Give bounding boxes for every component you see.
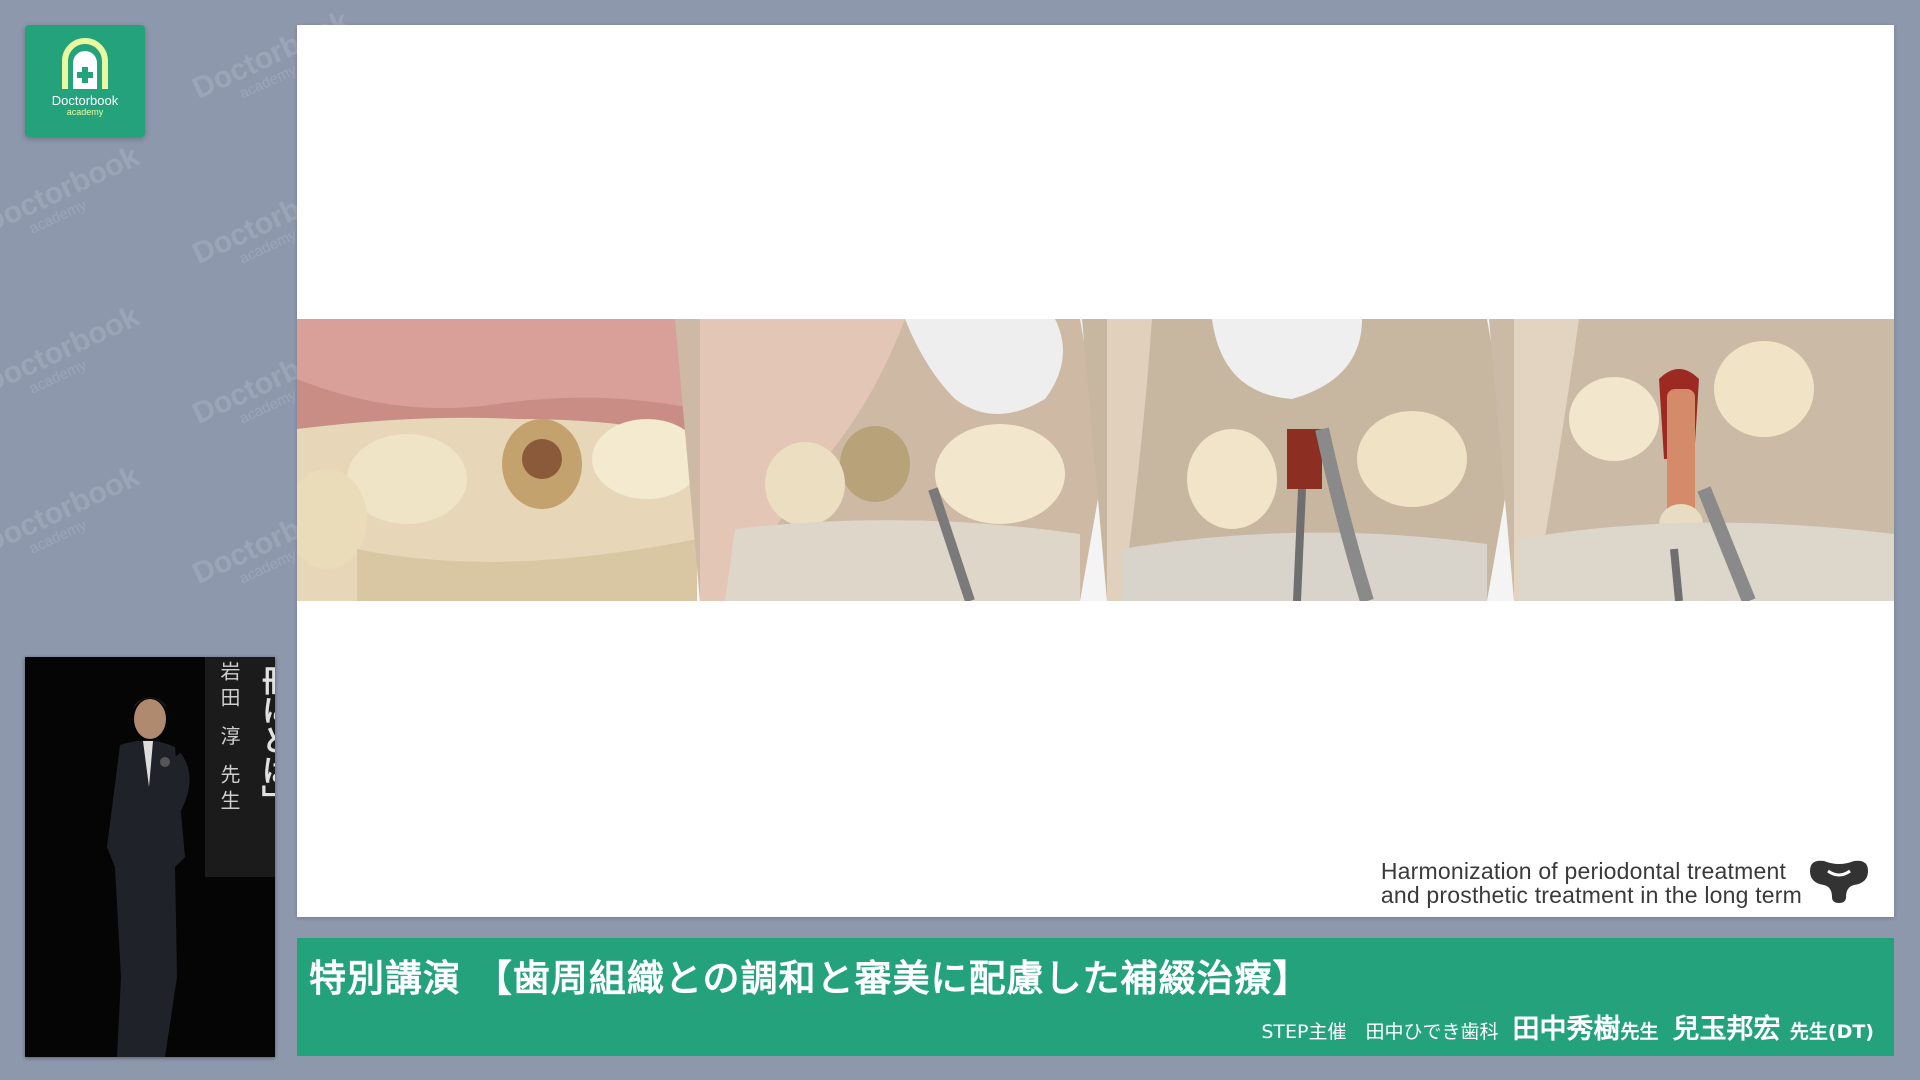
organizer-text: STEP主催 田中ひでき歯科	[1261, 1021, 1499, 1043]
logo-sub-text: academy	[66, 107, 104, 117]
logo-arch-icon	[62, 38, 108, 89]
speaker-1-suffix: 先生	[1620, 1021, 1659, 1043]
caption-line-2: and prosthetic treatment in the long ter…	[1380, 882, 1802, 908]
speaker-video[interactable]: 岩田 淳 先生 冊にとは」	[25, 657, 275, 1057]
presentation-slide: Harmonization of periodontal treatment a…	[297, 25, 1894, 917]
clinical-photo-strip	[297, 319, 1894, 601]
speaker-1: 田中秀樹先生	[1512, 1007, 1658, 1046]
speaker-2-suffix: 先生(DT)	[1789, 1021, 1874, 1043]
speaker-1-name: 田中秀樹	[1512, 1014, 1621, 1045]
caption-line-1: Harmonization of periodontal treatment	[1380, 858, 1787, 884]
speaker-figure	[107, 697, 190, 1057]
logo-brand-text: Doctorbook	[51, 93, 119, 108]
clinical-photo-3	[1082, 319, 1512, 601]
lecture-title: 特別講演 【歯周組織との調和と審美に配慮した補綴治療】	[309, 957, 1311, 1000]
speaker-credit: STEP主催 田中ひでき歯科 田中秀樹先生 兒玉邦宏 先生(DT)	[1261, 1007, 1874, 1046]
speaker-2: 兒玉邦宏 先生(DT)	[1672, 1007, 1874, 1046]
clinical-photo-1	[297, 319, 697, 601]
lecture-title-bar: 特別講演 【歯周組織との調和と審美に配慮した補綴治療】 STEP主催 田中ひでき…	[297, 938, 1894, 1056]
doctorbook-logo[interactable]: Doctorbook academy	[25, 25, 145, 137]
clinical-photo-4	[1489, 319, 1894, 601]
clinical-photo-2	[675, 319, 1105, 601]
slide-caption: Harmonization of periodontal treatment a…	[1381, 859, 1802, 907]
speaker-2-name: 兒玉邦宏	[1672, 1014, 1781, 1045]
slide-logo-icon	[1810, 860, 1868, 903]
